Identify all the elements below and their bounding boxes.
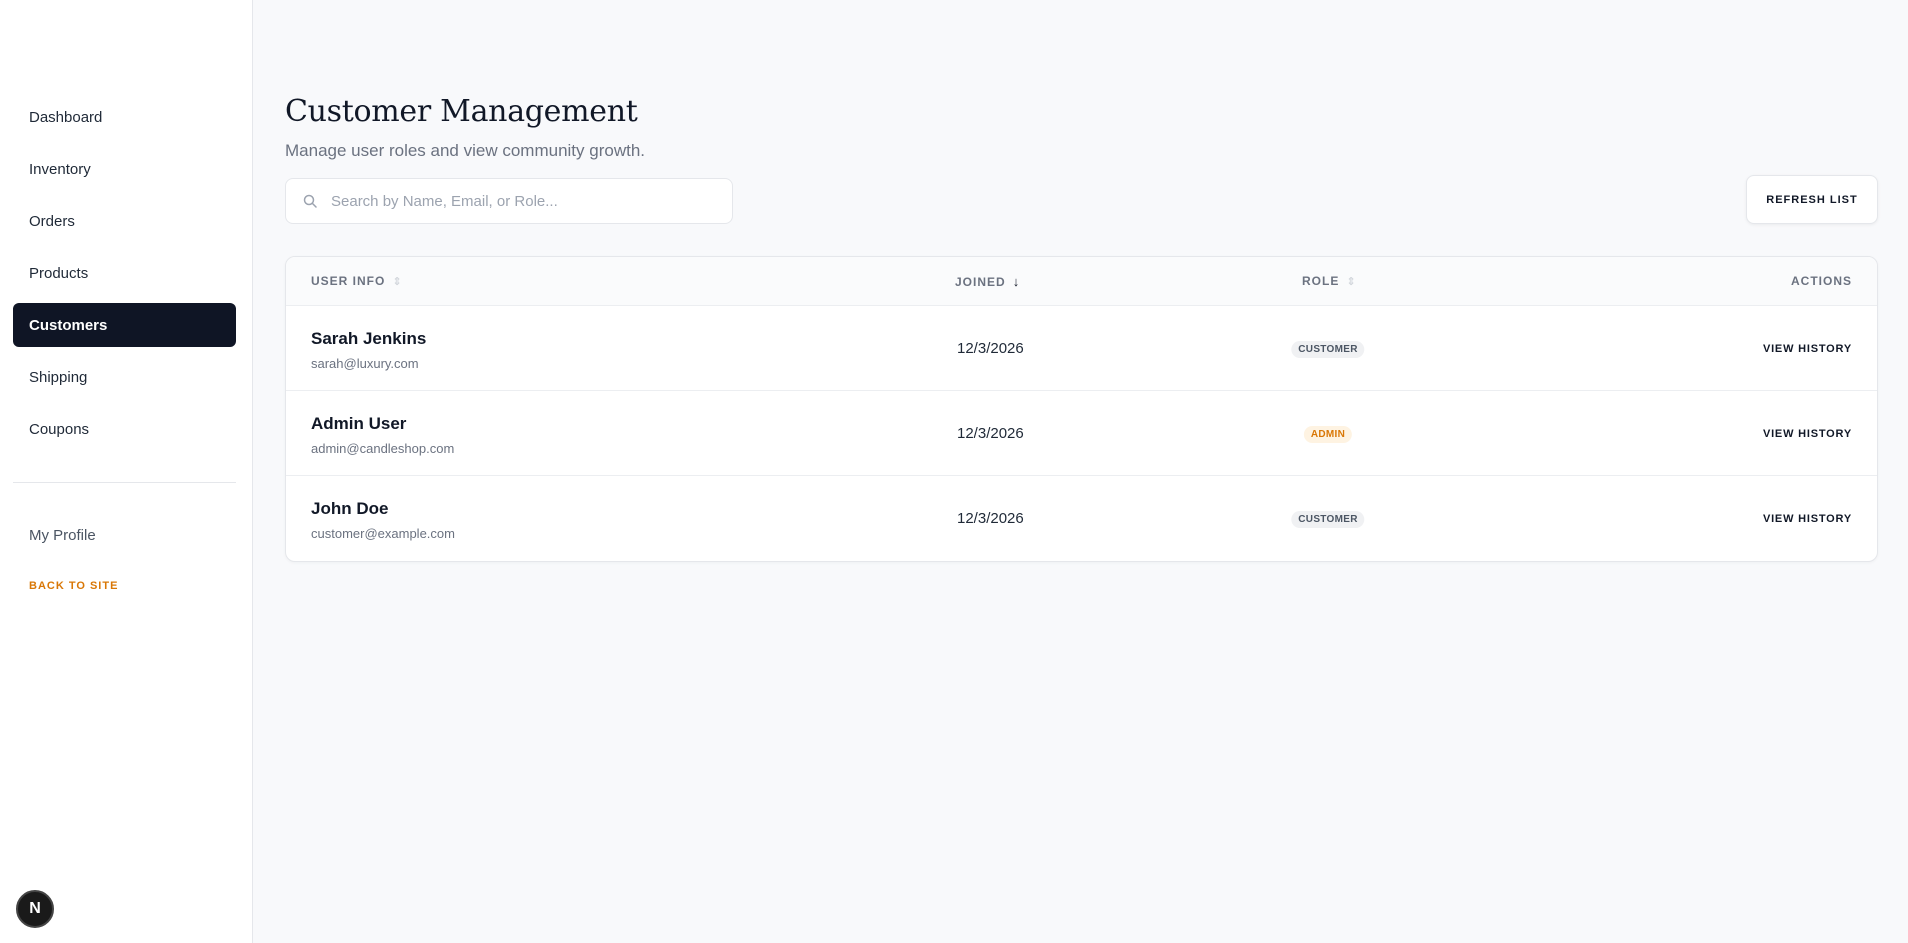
column-header-label: ACTIONS xyxy=(1791,274,1852,288)
role-badge: ADMIN xyxy=(1303,426,1353,443)
sidebar-item-products[interactable]: Products xyxy=(13,251,236,295)
search-box xyxy=(285,178,733,224)
user-name: Admin User xyxy=(311,414,407,433)
user-email: customer@example.com xyxy=(311,526,455,541)
arrow-down-icon: ↓ xyxy=(1012,274,1021,289)
table-row: John Doe customer@example.com 12/3/2026 … xyxy=(286,476,1877,561)
view-history-button[interactable]: VIEW HISTORY xyxy=(1763,513,1852,525)
sidebar: Dashboard Inventory Orders Products Cust… xyxy=(0,0,253,943)
user-name: Sarah Jenkins xyxy=(311,329,427,348)
sort-icon: ⇕ xyxy=(392,275,403,288)
sort-icon: ⇕ xyxy=(1346,275,1357,288)
page-subtitle: Manage user roles and view community gro… xyxy=(285,141,645,160)
user-email: sarah@luxury.com xyxy=(311,356,419,371)
column-header-user-info[interactable]: USER INFO ⇕ xyxy=(311,274,403,288)
column-header-actions: ACTIONS xyxy=(1791,274,1852,288)
table-header: USER INFO ⇕ JOINED ↓ ROLE ⇕ ACTIONS xyxy=(286,257,1877,306)
user-name: John Doe xyxy=(311,499,389,518)
refresh-list-button[interactable]: REFRESH LIST xyxy=(1746,175,1878,224)
back-to-site-link[interactable]: BACK TO SITE xyxy=(29,580,118,592)
user-email: admin@candleshop.com xyxy=(311,441,455,456)
sidebar-divider xyxy=(13,482,236,483)
column-header-joined[interactable]: JOINED ↓ xyxy=(955,274,1020,289)
my-profile-link[interactable]: My Profile xyxy=(29,527,96,544)
search-input[interactable] xyxy=(331,192,711,210)
sidebar-item-shipping[interactable]: Shipping xyxy=(13,355,236,399)
column-header-label: ROLE xyxy=(1302,274,1340,288)
sidebar-item-coupons[interactable]: Coupons xyxy=(13,407,236,451)
joined-date: 12/3/2026 xyxy=(957,510,1024,527)
view-history-button[interactable]: VIEW HISTORY xyxy=(1763,428,1852,440)
column-header-label: USER INFO xyxy=(311,274,386,288)
sidebar-item-orders[interactable]: Orders xyxy=(13,199,236,243)
table-row: Admin User admin@candleshop.com 12/3/202… xyxy=(286,391,1877,476)
sidebar-item-customers[interactable]: Customers xyxy=(13,303,236,347)
n-logo-icon[interactable]: N xyxy=(16,890,54,928)
sidebar-nav: Dashboard Inventory Orders Products Cust… xyxy=(13,95,236,459)
table-row: Sarah Jenkins sarah@luxury.com 12/3/2026… xyxy=(286,306,1877,391)
column-header-role[interactable]: ROLE ⇕ xyxy=(1302,274,1357,288)
role-badge: CUSTOMER xyxy=(1291,341,1365,358)
role-badge: CUSTOMER xyxy=(1291,511,1365,528)
joined-date: 12/3/2026 xyxy=(957,340,1024,357)
sidebar-item-inventory[interactable]: Inventory xyxy=(13,147,236,191)
customers-table: USER INFO ⇕ JOINED ↓ ROLE ⇕ ACTIONS Sara… xyxy=(285,256,1878,562)
page-title: Customer Management xyxy=(285,94,638,129)
search-icon xyxy=(303,194,317,208)
column-header-label: JOINED xyxy=(955,274,1006,289)
sidebar-item-dashboard[interactable]: Dashboard xyxy=(13,95,236,139)
joined-date: 12/3/2026 xyxy=(957,425,1024,442)
view-history-button[interactable]: VIEW HISTORY xyxy=(1763,343,1852,355)
